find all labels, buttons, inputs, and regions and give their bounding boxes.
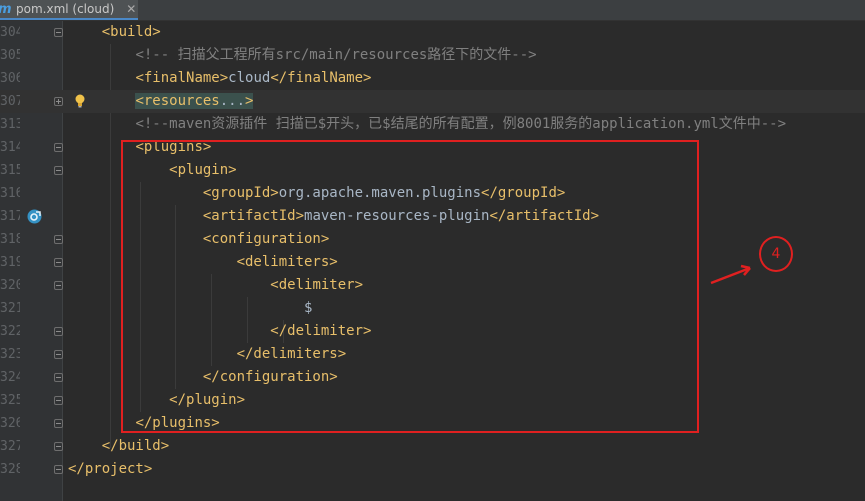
line-number: 306 xyxy=(0,71,20,86)
xml-comment: <!-- 扫描父工程所有src/main/resources路径下的文件--> xyxy=(135,47,537,63)
line-number: 327 xyxy=(0,439,20,454)
code-text: <build> xyxy=(68,21,161,44)
line-number: 324 xyxy=(0,370,20,385)
line-number: 328 xyxy=(0,462,20,477)
line-number: 317 xyxy=(0,209,20,224)
fold-collapse-icon[interactable] xyxy=(54,419,63,428)
fold-collapse-icon[interactable] xyxy=(54,373,63,382)
line-number: 320 xyxy=(0,278,20,293)
xml-tag: </build> xyxy=(101,438,170,454)
xml-tag: > xyxy=(245,93,254,109)
fold-collapse-icon[interactable] xyxy=(54,166,63,175)
code-token: ... xyxy=(219,93,246,109)
tab-pom-xml[interactable]: m pom.xml (cloud) ✕ xyxy=(0,0,138,20)
line-number: 316 xyxy=(0,186,20,201)
xml-tag: <build> xyxy=(101,24,161,40)
tab-title: pom.xml (cloud) xyxy=(16,2,115,16)
xml-tag: </project> xyxy=(68,461,153,477)
fold-collapse-icon[interactable] xyxy=(54,235,63,244)
line-number: 304 xyxy=(0,25,20,40)
fold-collapse-icon[interactable] xyxy=(54,143,63,152)
line-number: 325 xyxy=(0,393,20,408)
fold-collapse-icon[interactable] xyxy=(54,281,63,290)
code-line[interactable]: 307 <resources...> xyxy=(0,90,865,113)
line-number: 305 xyxy=(0,48,20,63)
fold-collapse-icon[interactable] xyxy=(54,28,63,37)
line-number: 323 xyxy=(0,347,20,362)
code-text: <resources...> xyxy=(68,90,254,113)
line-number: 318 xyxy=(0,232,20,247)
code-text: <finalName>cloud</finalName> xyxy=(68,67,371,90)
xml-tag: <finalName> xyxy=(135,70,229,86)
code-line[interactable]: 328 </project> xyxy=(0,458,865,481)
highlight-box xyxy=(121,140,699,433)
xml-comment: <!--maven资源插件 扫描已$开头，已$结尾的所有配置，例8001服务的a… xyxy=(135,116,787,132)
xml-tag: </finalName> xyxy=(270,70,372,86)
code-text: </build> xyxy=(68,435,169,458)
code-line[interactable]: 304 <build> xyxy=(0,21,865,44)
code-line[interactable]: 313 <!--maven资源插件 扫描已$开头，已$结尾的所有配置，例8001… xyxy=(0,113,865,136)
code-line[interactable]: 305 <!-- 扫描父工程所有src/main/resources路径下的文件… xyxy=(0,44,865,67)
close-icon[interactable]: ✕ xyxy=(126,2,136,16)
line-number: 315 xyxy=(0,163,20,178)
code-line[interactable]: 306 <finalName>cloud</finalName> xyxy=(0,67,865,90)
fold-expand-icon[interactable] xyxy=(54,97,63,106)
code-text: </project> xyxy=(68,458,152,481)
line-number: 313 xyxy=(0,117,20,132)
line-number: 314 xyxy=(0,140,20,155)
fold-collapse-icon[interactable] xyxy=(54,442,63,451)
code-line[interactable]: 327 </build> xyxy=(0,435,865,458)
fold-collapse-icon[interactable] xyxy=(54,258,63,267)
fold-collapse-icon[interactable] xyxy=(54,396,63,405)
annotation-number: 4 xyxy=(759,236,793,272)
fold-collapse-icon[interactable] xyxy=(54,465,63,474)
annotation-arrow xyxy=(710,264,751,285)
fold-collapse-icon[interactable] xyxy=(54,327,63,336)
code-text: <!-- 扫描父工程所有src/main/resources路径下的文件--> xyxy=(68,44,537,67)
code-token: cloud xyxy=(228,70,271,86)
fold-collapse-icon[interactable] xyxy=(54,350,63,359)
line-number: 321 xyxy=(0,301,20,316)
override-gutter-icon[interactable] xyxy=(26,208,43,225)
line-number: 307 xyxy=(0,94,20,109)
line-number: 319 xyxy=(0,255,20,270)
code-text: <!--maven资源插件 扫描已$开头，已$结尾的所有配置，例8001服务的a… xyxy=(68,113,786,136)
line-number: 322 xyxy=(0,324,20,339)
line-number: 326 xyxy=(0,416,20,431)
lightbulb-icon[interactable] xyxy=(74,94,86,108)
maven-file-icon: m xyxy=(0,2,14,17)
editor-tab-bar: m pom.xml (cloud) ✕ xyxy=(0,0,865,21)
xml-tag: <resources xyxy=(135,93,220,109)
